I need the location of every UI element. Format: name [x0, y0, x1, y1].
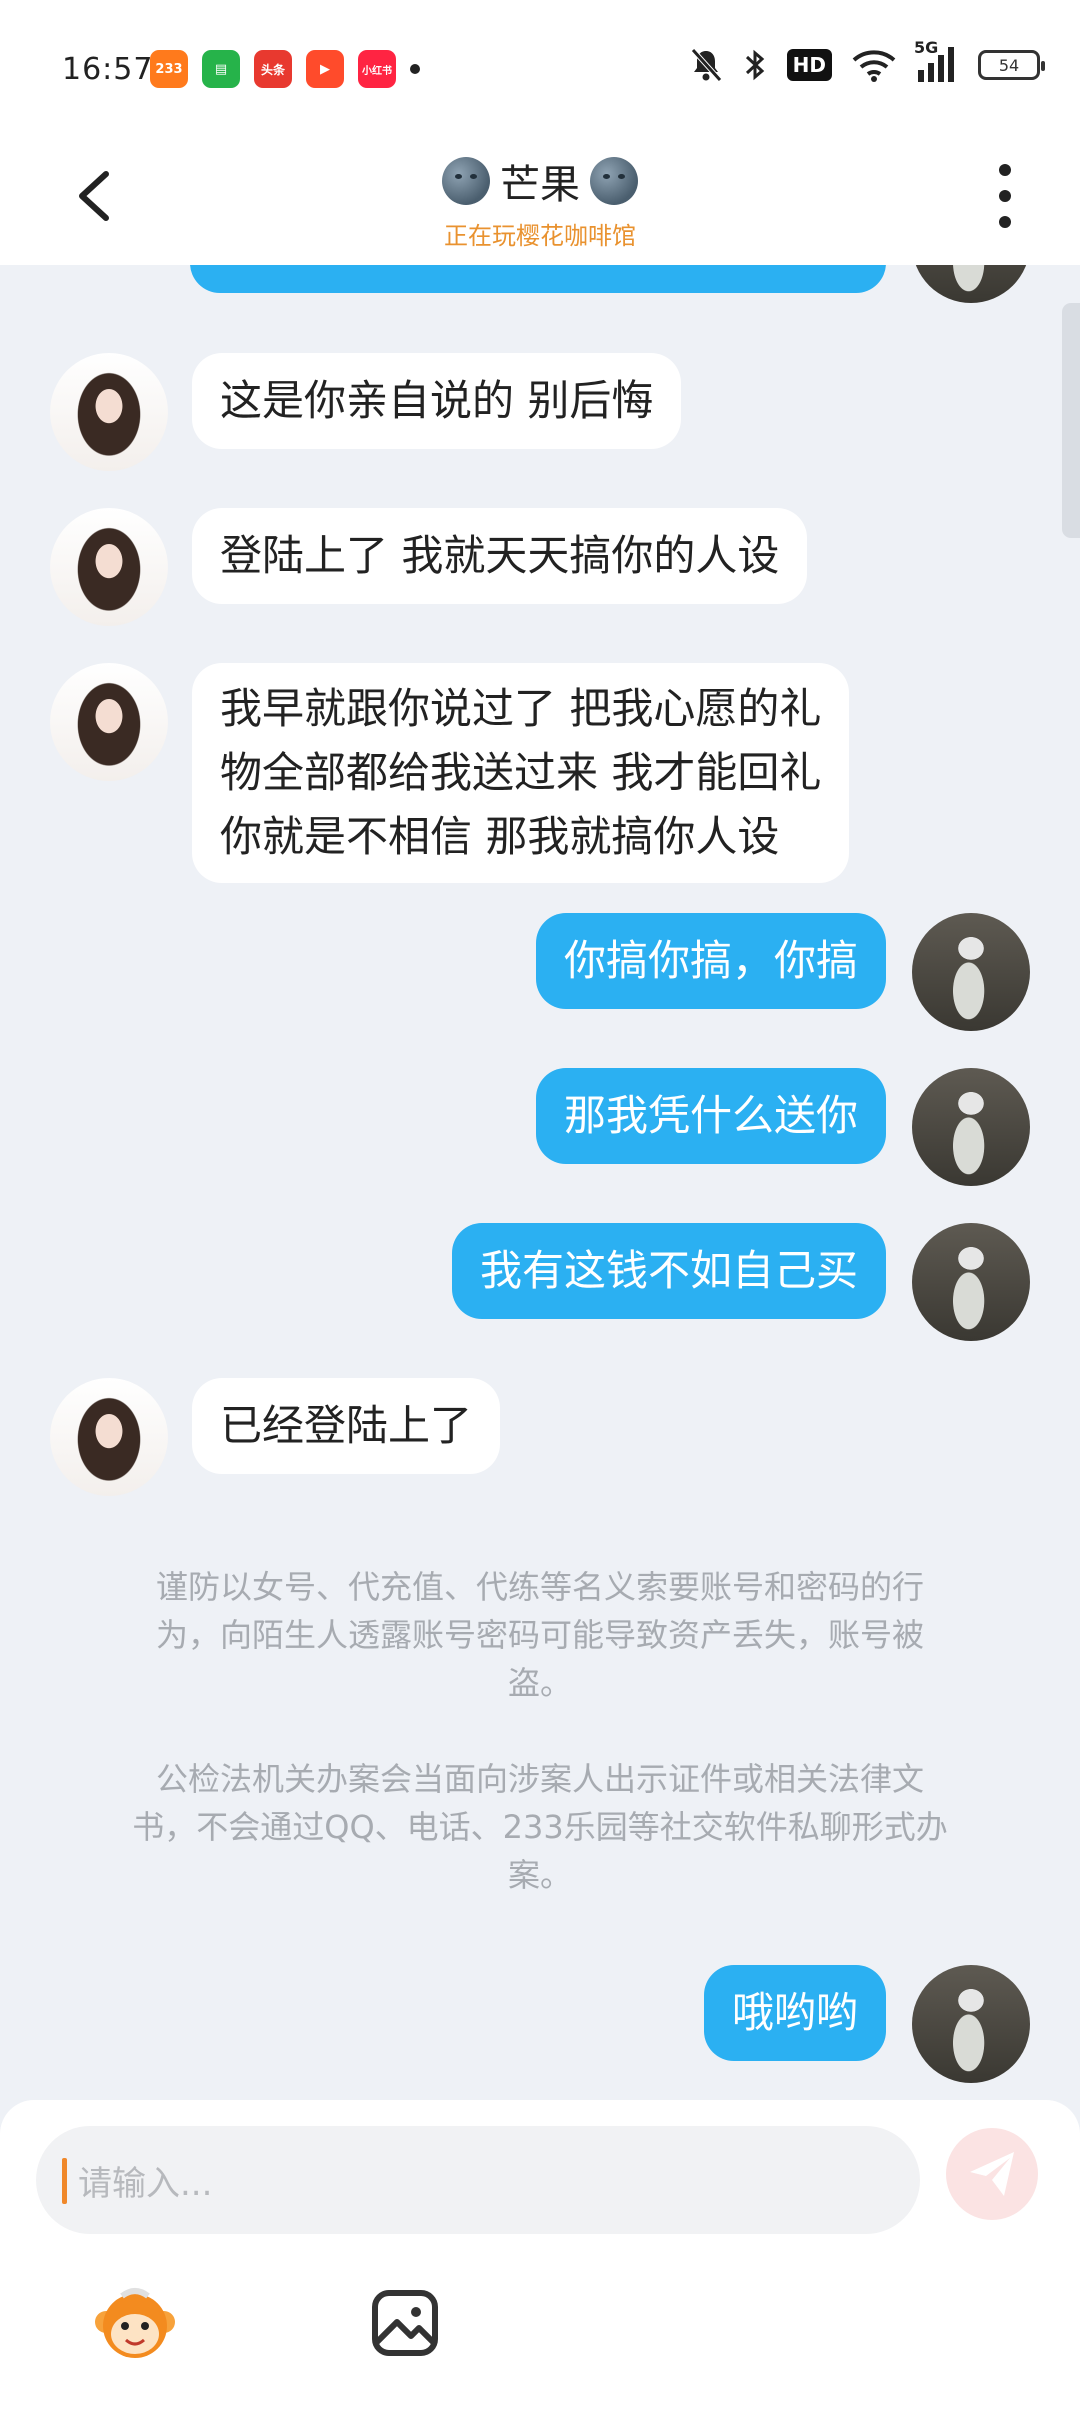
- chat-title-block: 芒果 正在玩樱花咖啡馆: [0, 152, 1080, 251]
- notice-line: 为，向陌生人透露账号密码可能导致资产丢失，账号被: [155, 1616, 924, 1654]
- status-icons: HD 5G 54: [689, 38, 1045, 84]
- status-time: 16:57: [62, 52, 154, 87]
- app-video-icon: ▶: [306, 50, 344, 88]
- notification-app-icons: 233 ▤ 头条 ▶ 小红书: [150, 50, 420, 88]
- app-reader-icon: ▤: [202, 50, 240, 88]
- notice-line: 公检法机关办案会当面向涉案人出示证件或相关法律文: [155, 1760, 924, 1798]
- notice-line: 盗。: [507, 1664, 572, 1702]
- message-input[interactable]: 请输入...: [36, 2126, 920, 2234]
- image-icon: [372, 2290, 438, 2356]
- more-options-button[interactable]: [990, 164, 1020, 228]
- bluetooth-icon: [743, 47, 767, 83]
- more-notifications-dot: [410, 64, 420, 74]
- my-avatar[interactable]: [912, 1223, 1030, 1341]
- message-bubble-incoming[interactable]: 我早就跟你说过了 把我心愿的礼 物全部都给我送过来 我才能回礼 你就是不相信 那…: [192, 663, 850, 883]
- message-line: 你就是不相信 那我就搞你人设: [220, 812, 780, 861]
- app-xiaohongshu-icon: 小红书: [358, 50, 396, 88]
- my-avatar[interactable]: [912, 913, 1030, 1031]
- battery-level: 54: [998, 55, 1020, 75]
- message-bubble-incoming[interactable]: 这是你亲自说的 别后悔: [192, 353, 682, 449]
- my-avatar[interactable]: [912, 1068, 1030, 1186]
- more-dot: [999, 216, 1011, 228]
- app-toutiao-icon: 头条: [254, 50, 292, 88]
- emoji-sticker-button[interactable]: [92, 2282, 178, 2368]
- my-avatar[interactable]: [912, 265, 1030, 303]
- notice-line: 谨防以女号、代充值、代练等名义索要账号和密码的行: [155, 1568, 924, 1606]
- composer: 请输入...: [0, 2100, 1080, 2412]
- wifi-icon: [852, 48, 896, 82]
- more-dot: [999, 190, 1011, 202]
- more-dot: [999, 164, 1011, 176]
- paper-plane-icon: [970, 2152, 1014, 2196]
- message-bubble-outgoing[interactable]: 哦哟哟: [703, 1965, 886, 2061]
- my-avatar[interactable]: [912, 1965, 1030, 2083]
- battery-icon: 54: [978, 50, 1045, 80]
- moon-face-emoji-icon: [442, 157, 490, 205]
- message-bubble-outgoing[interactable]: 我有这钱不如自己买: [451, 1223, 886, 1319]
- contact-avatar[interactable]: [50, 1378, 168, 1496]
- message-line: 物全部都给我送过来 我才能回礼: [220, 748, 822, 797]
- cellular-signal-icon: 5G: [914, 38, 958, 84]
- moon-face-emoji-icon: [590, 157, 638, 205]
- message-line: 我早就跟你说过了 把我心愿的礼: [220, 684, 822, 733]
- chat-header: 芒果 正在玩樱花咖啡馆: [0, 130, 1080, 265]
- notice-line: 书，不会通过QQ、电话、233乐园等社交软件私聊形式办: [132, 1808, 948, 1846]
- send-button[interactable]: [946, 2128, 1038, 2220]
- contact-name: 芒果: [500, 162, 580, 208]
- security-notice: 公检法机关办案会当面向涉案人出示证件或相关法律文 书，不会通过QQ、电话、233…: [100, 1755, 980, 1899]
- status-bar: 16:57 233 ▤ 头条 ▶ 小红书 HD 5G 54: [0, 0, 1080, 130]
- contact-status: 正在玩樱花咖啡馆: [444, 222, 636, 250]
- monkey-mascot-icon: [95, 2288, 175, 2358]
- message-bubble-incoming[interactable]: 已经登陆上了: [192, 1378, 501, 1474]
- scrollbar[interactable]: [1062, 303, 1080, 538]
- message-input-placeholder: 请输入...: [78, 2164, 213, 2204]
- contact-avatar[interactable]: [50, 663, 168, 781]
- network-type-label: 5G: [914, 38, 939, 57]
- message-bubble-partial[interactable]: [190, 265, 886, 293]
- security-notice: 谨防以女号、代充值、代练等名义索要账号和密码的行 为，向陌生人透露账号密码可能导…: [100, 1563, 980, 1707]
- contact-avatar[interactable]: [50, 508, 168, 626]
- message-bubble-incoming[interactable]: 登陆上了 我就天天搞你的人设: [192, 508, 808, 604]
- app-233-icon: 233: [150, 50, 188, 88]
- message-bubble-outgoing[interactable]: 你搞你搞，你搞: [535, 913, 886, 1009]
- text-cursor: [62, 2158, 67, 2204]
- hd-badge: HD: [786, 49, 832, 81]
- image-picker-button[interactable]: [370, 2288, 440, 2358]
- message-list[interactable]: 这是你亲自说的 别后悔 登陆上了 我就天天搞你的人设 我早就跟你说过了 把我心愿…: [0, 265, 1080, 2100]
- mute-bell-icon: [689, 47, 723, 83]
- message-bubble-outgoing[interactable]: 那我凭什么送你: [535, 1068, 886, 1164]
- contact-avatar[interactable]: [50, 353, 168, 471]
- notice-line: 案。: [507, 1856, 572, 1894]
